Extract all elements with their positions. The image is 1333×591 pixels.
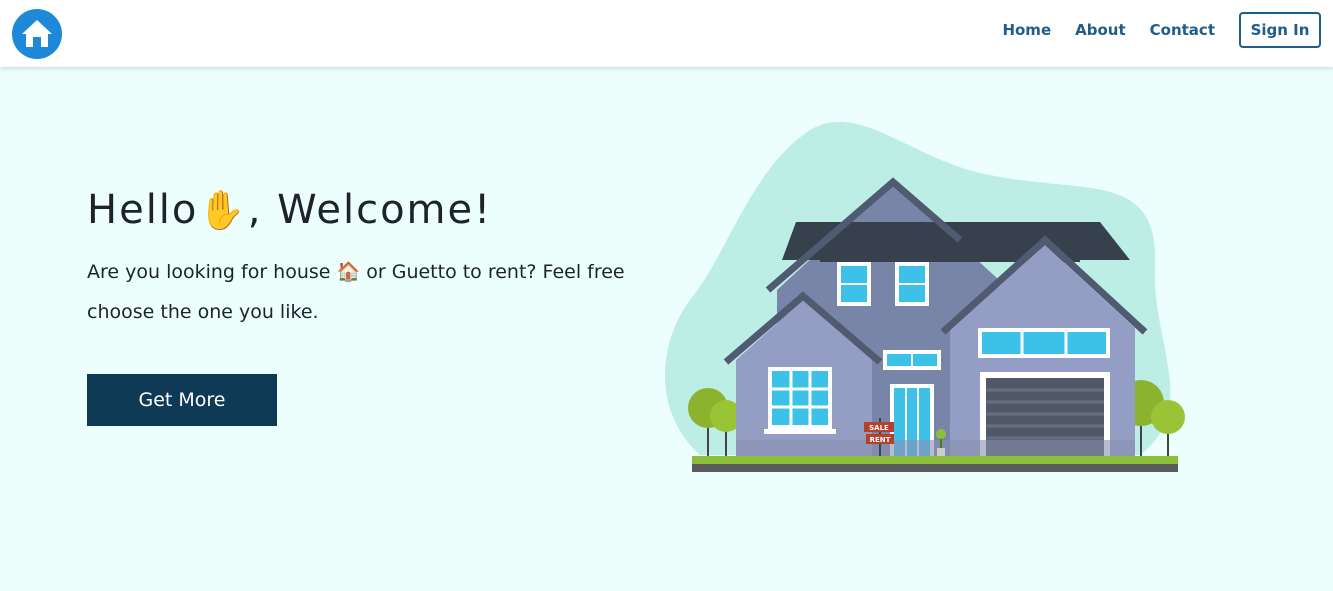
hero-description: Are you looking for house 🏠 or Guetto to… bbox=[87, 252, 647, 332]
hero-text: Hello✋, Welcome! Are you looking for hou… bbox=[87, 186, 647, 332]
house-illustration: SALE RENT bbox=[665, 121, 1185, 472]
nav-contact-link[interactable]: Contact bbox=[1150, 21, 1215, 39]
nav-home-link[interactable]: Home bbox=[1002, 21, 1051, 39]
right-upper-window bbox=[978, 328, 1110, 358]
house-icon[interactable] bbox=[12, 9, 62, 59]
heading-hello: Hello bbox=[87, 187, 199, 233]
waving-hand-icon: ✋ bbox=[198, 188, 248, 232]
sign-in-button[interactable]: Sign In bbox=[1239, 12, 1321, 48]
house-emoji-icon: 🏠 bbox=[336, 261, 361, 283]
nav-links: Home About Contact Sign In bbox=[1002, 12, 1321, 48]
navbar: Home About Contact Sign In bbox=[0, 0, 1333, 67]
hero-heading: Hello✋, Welcome! bbox=[87, 186, 647, 234]
ground bbox=[692, 456, 1178, 464]
left-window bbox=[764, 367, 836, 434]
nav-about-link[interactable]: About bbox=[1075, 21, 1126, 39]
description-part-1: Are you looking for house bbox=[87, 261, 337, 283]
sign-rent-label: RENT bbox=[870, 436, 891, 444]
ground-base bbox=[692, 464, 1178, 472]
get-more-button[interactable]: Get More bbox=[87, 374, 277, 426]
heading-welcome: , Welcome! bbox=[247, 187, 493, 233]
sign-sale-label: SALE bbox=[869, 424, 889, 432]
